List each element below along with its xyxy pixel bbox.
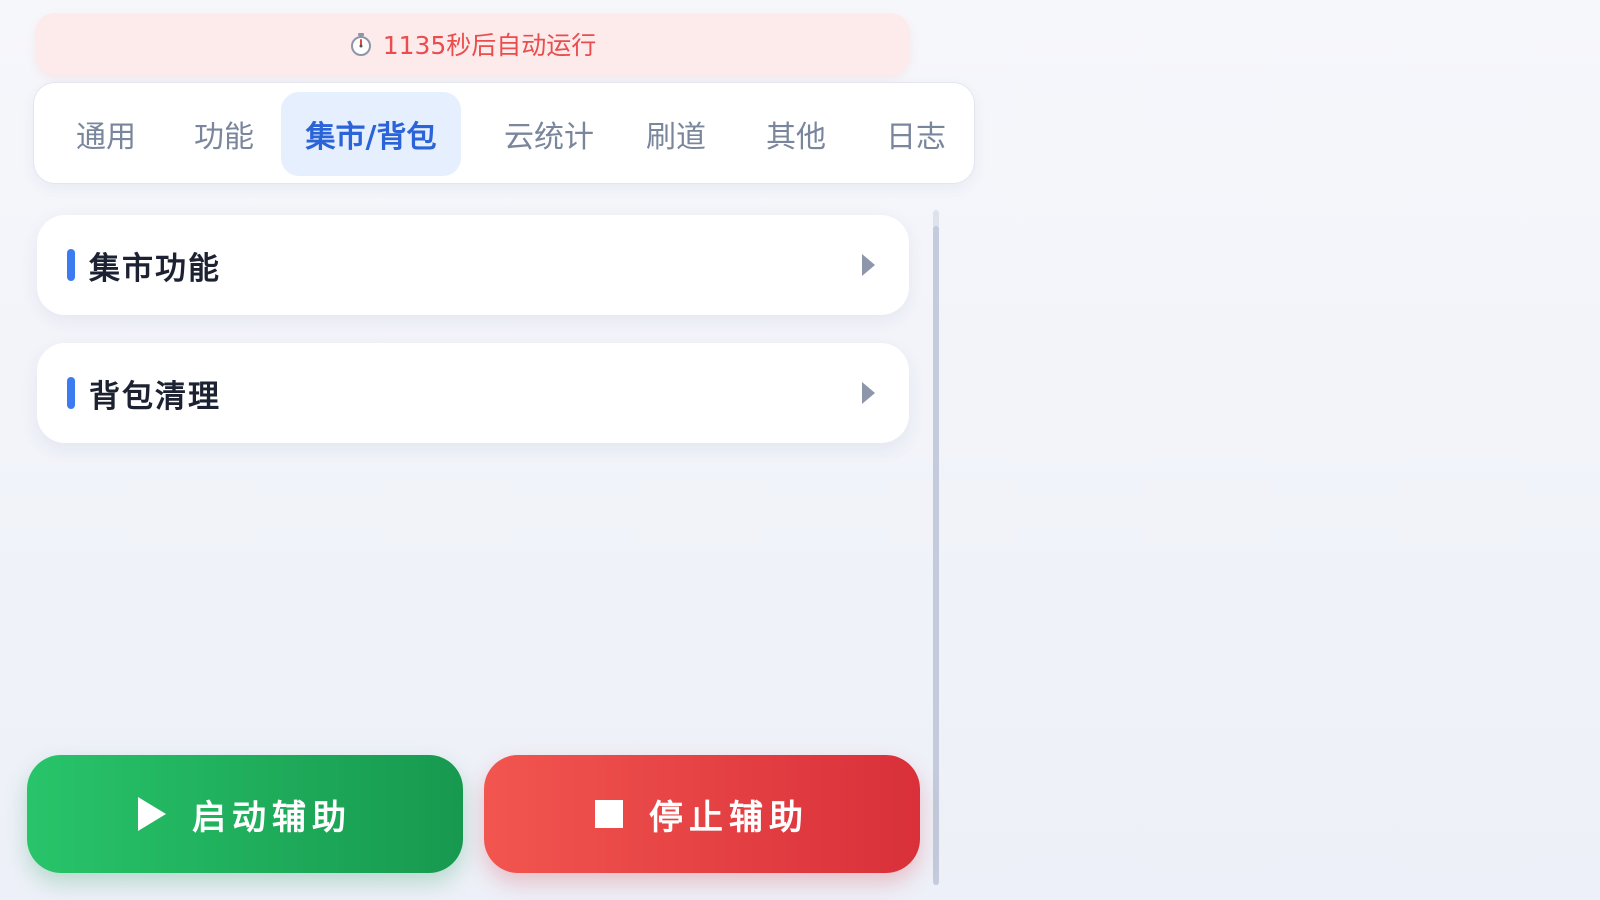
tab-logs[interactable]: 日志 <box>856 92 976 176</box>
section-accent-bar <box>67 249 75 281</box>
stop-icon <box>595 800 623 828</box>
auto-run-countdown-banner: 1135秒后自动运行 <box>35 13 910 75</box>
start-assist-button[interactable]: 启动辅助 <box>27 755 463 873</box>
countdown-text: 1135秒后自动运行 <box>382 31 597 60</box>
tab-bar: 通用 功能 集市/背包 云统计 刷道 其他 日志 <box>33 82 975 184</box>
chevron-right-icon <box>862 382 875 404</box>
tab-cloud-stats[interactable]: 云统计 <box>474 92 624 176</box>
stop-assist-button[interactable]: 停止辅助 <box>484 755 920 873</box>
play-icon <box>138 797 166 831</box>
section-title: 集市功能 <box>89 250 221 287</box>
section-title: 背包清理 <box>89 378 221 415</box>
scrollbar[interactable] <box>933 210 939 885</box>
start-assist-label: 启动辅助 <box>192 797 352 838</box>
stop-assist-label: 停止辅助 <box>649 797 809 838</box>
tab-general[interactable]: 通用 <box>46 92 166 176</box>
tab-other[interactable]: 其他 <box>736 92 856 176</box>
scrollbar-thumb[interactable] <box>933 226 939 885</box>
section-backpack-cleanup[interactable]: 背包清理 <box>37 343 909 443</box>
tab-market-backpack[interactable]: 集市/背包 <box>281 92 461 176</box>
chevron-right-icon <box>862 254 875 276</box>
tab-dungeon[interactable]: 刷道 <box>616 92 736 176</box>
section-market-functions[interactable]: 集市功能 <box>37 215 909 315</box>
stopwatch-icon <box>349 32 373 56</box>
section-accent-bar <box>67 377 75 409</box>
tab-features[interactable]: 功能 <box>164 92 284 176</box>
